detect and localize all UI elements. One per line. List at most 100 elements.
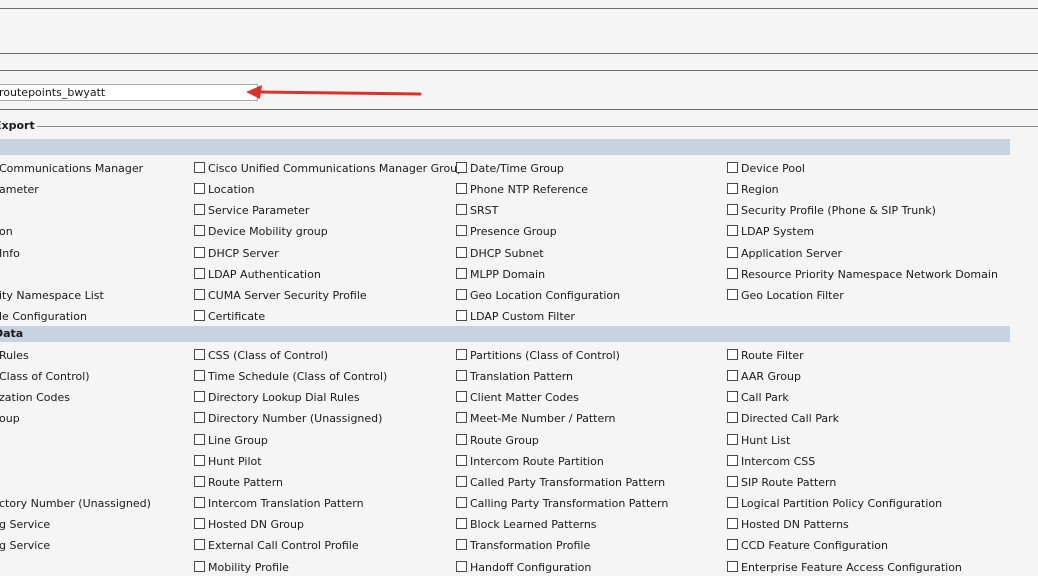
export-option-checkbox[interactable]: Intercom CSS: [727, 454, 815, 470]
export-option-checkbox[interactable]: Called Party Transformation Pattern: [456, 475, 665, 491]
export-option-checkbox[interactable]: Block Learned Patterns: [456, 517, 597, 533]
export-option-checkbox[interactable]: Route Filter: [727, 348, 804, 364]
checkbox-box[interactable]: [194, 370, 205, 382]
checkbox-box[interactable]: [456, 370, 467, 382]
checkbox-box[interactable]: [456, 267, 467, 279]
truncated-option-label[interactable]: ameter: [0, 182, 39, 198]
checkbox-box[interactable]: [727, 454, 738, 466]
checkbox-box[interactable]: [194, 391, 205, 403]
export-option-checkbox[interactable]: DHCP Subnet: [456, 246, 544, 262]
export-option-checkbox[interactable]: Call Park: [727, 390, 789, 406]
export-option-checkbox[interactable]: CUMA Server Security Profile: [194, 288, 367, 304]
export-option-checkbox[interactable]: Hosted DN Patterns: [727, 517, 849, 533]
export-option-checkbox[interactable]: Time Schedule (Class of Control): [194, 369, 387, 385]
export-option-checkbox[interactable]: Meet-Me Number / Pattern: [456, 411, 616, 427]
checkbox-box[interactable]: [727, 183, 738, 195]
checkbox-box[interactable]: [456, 539, 467, 551]
export-option-checkbox[interactable]: Client Matter Codes: [456, 390, 579, 406]
checkbox-box[interactable]: [456, 433, 467, 445]
checkbox-box[interactable]: [456, 454, 467, 466]
export-option-checkbox[interactable]: Presence Group: [456, 224, 557, 240]
export-option-checkbox[interactable]: Hunt List: [727, 433, 790, 449]
checkbox-box[interactable]: [194, 349, 205, 360]
checkbox-box[interactable]: [727, 475, 738, 487]
truncated-option-label[interactable]: oup: [0, 411, 20, 427]
export-option-checkbox[interactable]: External Call Control Profile: [194, 538, 359, 554]
checkbox-box[interactable]: [194, 310, 205, 322]
checkbox-box[interactable]: [456, 183, 467, 195]
checkbox-box[interactable]: [727, 560, 738, 572]
export-option-checkbox[interactable]: Calling Party Transformation Pattern: [456, 496, 668, 512]
checkbox-box[interactable]: [194, 518, 205, 530]
checkbox-box[interactable]: [727, 518, 738, 530]
checkbox-box[interactable]: [727, 539, 738, 551]
export-option-checkbox[interactable]: MLPP Domain: [456, 267, 545, 283]
export-option-checkbox[interactable]: LDAP Authentication: [194, 267, 321, 283]
export-option-checkbox[interactable]: Directory Lookup Dial Rules: [194, 390, 360, 406]
checkbox-box[interactable]: [456, 475, 467, 487]
checkbox-box[interactable]: [194, 497, 205, 509]
checkbox-box[interactable]: [727, 225, 738, 237]
checkbox-box[interactable]: [194, 162, 205, 173]
export-option-checkbox[interactable]: Route Pattern: [194, 475, 283, 491]
checkbox-box[interactable]: [194, 475, 205, 487]
checkbox-box[interactable]: [727, 204, 738, 216]
file-name-input[interactable]: routepoints_bwyatt: [0, 84, 258, 101]
export-option-checkbox[interactable]: Route Group: [456, 433, 539, 449]
checkbox-box[interactable]: [456, 391, 467, 403]
checkbox-box[interactable]: [456, 162, 467, 173]
checkbox-box[interactable]: [456, 288, 467, 300]
checkbox-box[interactable]: [456, 560, 467, 572]
export-option-checkbox[interactable]: Certificate: [194, 309, 265, 325]
export-option-checkbox[interactable]: Application Server: [727, 246, 842, 262]
export-option-checkbox[interactable]: Intercom Route Partition: [456, 454, 604, 470]
export-option-checkbox[interactable]: Security Profile (Phone & SIP Trunk): [727, 203, 936, 219]
export-option-checkbox[interactable]: Service Parameter: [194, 203, 309, 219]
checkbox-box[interactable]: [727, 391, 738, 403]
export-option-checkbox[interactable]: Partitions (Class of Control): [456, 348, 620, 364]
export-option-checkbox[interactable]: CCD Feature Configuration: [727, 538, 888, 554]
checkbox-box[interactable]: [456, 349, 467, 360]
export-option-checkbox[interactable]: Logical Partition Policy Configuration: [727, 496, 942, 512]
checkbox-box[interactable]: [727, 433, 738, 445]
checkbox-box[interactable]: [194, 412, 205, 424]
checkbox-box[interactable]: [456, 412, 467, 424]
export-option-checkbox[interactable]: Line Group: [194, 433, 268, 449]
export-option-checkbox[interactable]: SIP Route Pattern: [727, 475, 836, 491]
checkbox-box[interactable]: [194, 560, 205, 572]
export-option-checkbox[interactable]: LDAP System: [727, 224, 814, 240]
export-option-checkbox[interactable]: Directed Call Park: [727, 411, 839, 427]
truncated-option-label[interactable]: g Service: [0, 517, 50, 533]
export-option-checkbox[interactable]: SRST: [456, 203, 498, 219]
truncated-option-label[interactable]: g Service: [0, 538, 50, 554]
export-option-checkbox[interactable]: Device Pool: [727, 161, 805, 177]
export-option-checkbox[interactable]: Directory Number (Unassigned): [194, 411, 382, 427]
truncated-option-label[interactable]: Class of Control): [0, 369, 90, 385]
export-option-checkbox[interactable]: Phone NTP Reference: [456, 182, 588, 198]
export-option-checkbox[interactable]: AAR Group: [727, 369, 801, 385]
truncated-option-label[interactable]: le Configuration: [0, 309, 87, 325]
truncated-option-label[interactable]: Rules: [0, 348, 29, 364]
export-option-checkbox[interactable]: Location: [194, 182, 255, 198]
export-option-checkbox[interactable]: Mobility Profile: [194, 560, 289, 576]
export-option-checkbox[interactable]: Transformation Profile: [456, 538, 590, 554]
checkbox-box[interactable]: [456, 518, 467, 530]
export-option-checkbox[interactable]: Translation Pattern: [456, 369, 573, 385]
checkbox-box[interactable]: [727, 370, 738, 382]
export-option-checkbox[interactable]: Handoff Configuration: [456, 560, 591, 576]
export-option-checkbox[interactable]: Device Mobility group: [194, 224, 328, 240]
checkbox-box[interactable]: [727, 349, 738, 360]
truncated-option-label[interactable]: zation Codes: [0, 390, 70, 406]
checkbox-box[interactable]: [194, 454, 205, 466]
truncated-option-label[interactable]: ity Namespace List: [0, 288, 104, 304]
checkbox-box[interactable]: [456, 204, 467, 216]
checkbox-box[interactable]: [456, 225, 467, 237]
truncated-option-label[interactable]: ctory Number (Unassigned): [0, 496, 151, 512]
checkbox-box[interactable]: [194, 204, 205, 216]
checkbox-box[interactable]: [194, 183, 205, 195]
export-option-checkbox[interactable]: Hosted DN Group: [194, 517, 304, 533]
export-option-checkbox[interactable]: Hunt Pilot: [194, 454, 262, 470]
checkbox-box[interactable]: [194, 246, 205, 258]
checkbox-box[interactable]: [194, 267, 205, 279]
checkbox-box[interactable]: [194, 433, 205, 445]
